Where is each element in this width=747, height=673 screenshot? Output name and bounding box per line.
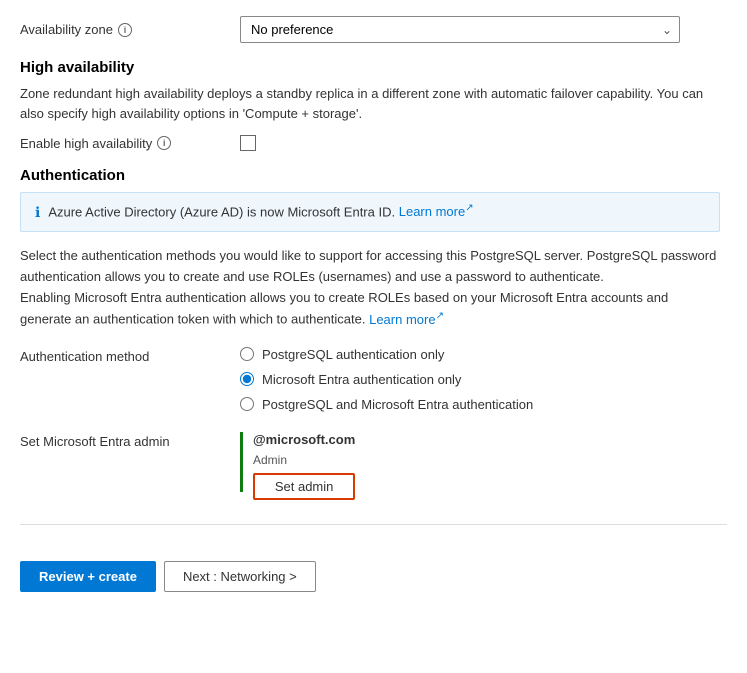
footer-buttons: Review + create Next : Networking >: [20, 545, 727, 600]
footer-divider: [20, 524, 727, 525]
review-create-button[interactable]: Review + create: [20, 561, 156, 592]
auth-method-radio-group: PostgreSQL authentication only Microsoft…: [240, 347, 533, 412]
enable-ha-row: Enable high availability i: [20, 135, 727, 151]
radio-postgresql[interactable]: [240, 347, 254, 361]
info-banner-text-content: Azure Active Directory (Azure AD) is now…: [48, 204, 395, 219]
auth-desc-part1: Select the authentication methods you wo…: [20, 248, 716, 284]
radio-entra-label: Microsoft Entra authentication only: [262, 372, 461, 387]
high-availability-section: High availability Zone redundant high av…: [20, 59, 727, 151]
availability-zone-label: Availability zone i: [20, 22, 240, 37]
info-banner-icon: ℹ: [35, 204, 40, 221]
auth-method-row: Authentication method PostgreSQL authent…: [20, 347, 727, 412]
auth-method-label: Authentication method: [20, 347, 240, 364]
radio-postgresql-label: PostgreSQL authentication only: [262, 347, 444, 362]
availability-zone-select[interactable]: No preference Zone 1 Zone 2 Zone 3: [240, 16, 680, 43]
info-banner-learn-more-text: Learn more: [399, 204, 465, 219]
enable-ha-label-text: Enable high availability: [20, 136, 152, 151]
high-availability-description: Zone redundant high availability deploys…: [20, 84, 720, 123]
enable-ha-info-icon[interactable]: i: [157, 136, 171, 150]
auth-learn-more-text: Learn more: [369, 312, 435, 327]
auth-external-link-icon: ↗: [436, 310, 444, 321]
availability-zone-dropdown-wrapper: No preference Zone 1 Zone 2 Zone 3 ⌄: [240, 16, 680, 43]
main-content: Availability zone i No preference Zone 1…: [0, 0, 747, 616]
high-availability-title: High availability: [20, 59, 727, 76]
availability-zone-info-icon[interactable]: i: [118, 23, 132, 37]
authentication-title: Authentication: [20, 167, 727, 184]
set-admin-button[interactable]: Set admin: [253, 473, 355, 500]
radio-option-both[interactable]: PostgreSQL and Microsoft Entra authentic…: [240, 397, 533, 412]
admin-sub-label: Admin: [253, 453, 355, 467]
enable-ha-checkbox[interactable]: [240, 135, 256, 151]
radio-option-entra[interactable]: Microsoft Entra authentication only: [240, 372, 533, 387]
auth-desc-part2: Enabling Microsoft Entra authentication …: [20, 290, 668, 327]
entra-admin-value: @microsoft.com Admin Set admin: [253, 432, 355, 500]
radio-both-label: PostgreSQL and Microsoft Entra authentic…: [262, 397, 533, 412]
authentication-section: Authentication ℹ Azure Active Directory …: [20, 167, 727, 500]
auth-description: Select the authentication methods you wo…: [20, 246, 720, 331]
external-link-icon: ↗: [465, 203, 473, 214]
enable-ha-checkbox-container: [240, 135, 256, 151]
entra-admin-section: Set Microsoft Entra admin @microsoft.com…: [20, 432, 727, 500]
entra-admin-label: Set Microsoft Entra admin: [20, 432, 240, 449]
availability-zone-label-text: Availability zone: [20, 22, 113, 37]
info-banner: ℹ Azure Active Directory (Azure AD) is n…: [20, 192, 720, 232]
enable-ha-label: Enable high availability i: [20, 136, 240, 151]
info-banner-learn-more-link[interactable]: Learn more↗: [399, 204, 474, 219]
availability-zone-row: Availability zone i No preference Zone 1…: [20, 16, 727, 43]
admin-email: @microsoft.com: [253, 432, 355, 447]
radio-both[interactable]: [240, 397, 254, 411]
entra-bar: [240, 432, 243, 492]
radio-entra[interactable]: [240, 372, 254, 386]
auth-learn-more-link[interactable]: Learn more↗: [369, 312, 444, 327]
info-banner-text: Azure Active Directory (Azure AD) is now…: [48, 203, 473, 219]
radio-option-postgresql[interactable]: PostgreSQL authentication only: [240, 347, 533, 362]
next-networking-button[interactable]: Next : Networking >: [164, 561, 316, 592]
